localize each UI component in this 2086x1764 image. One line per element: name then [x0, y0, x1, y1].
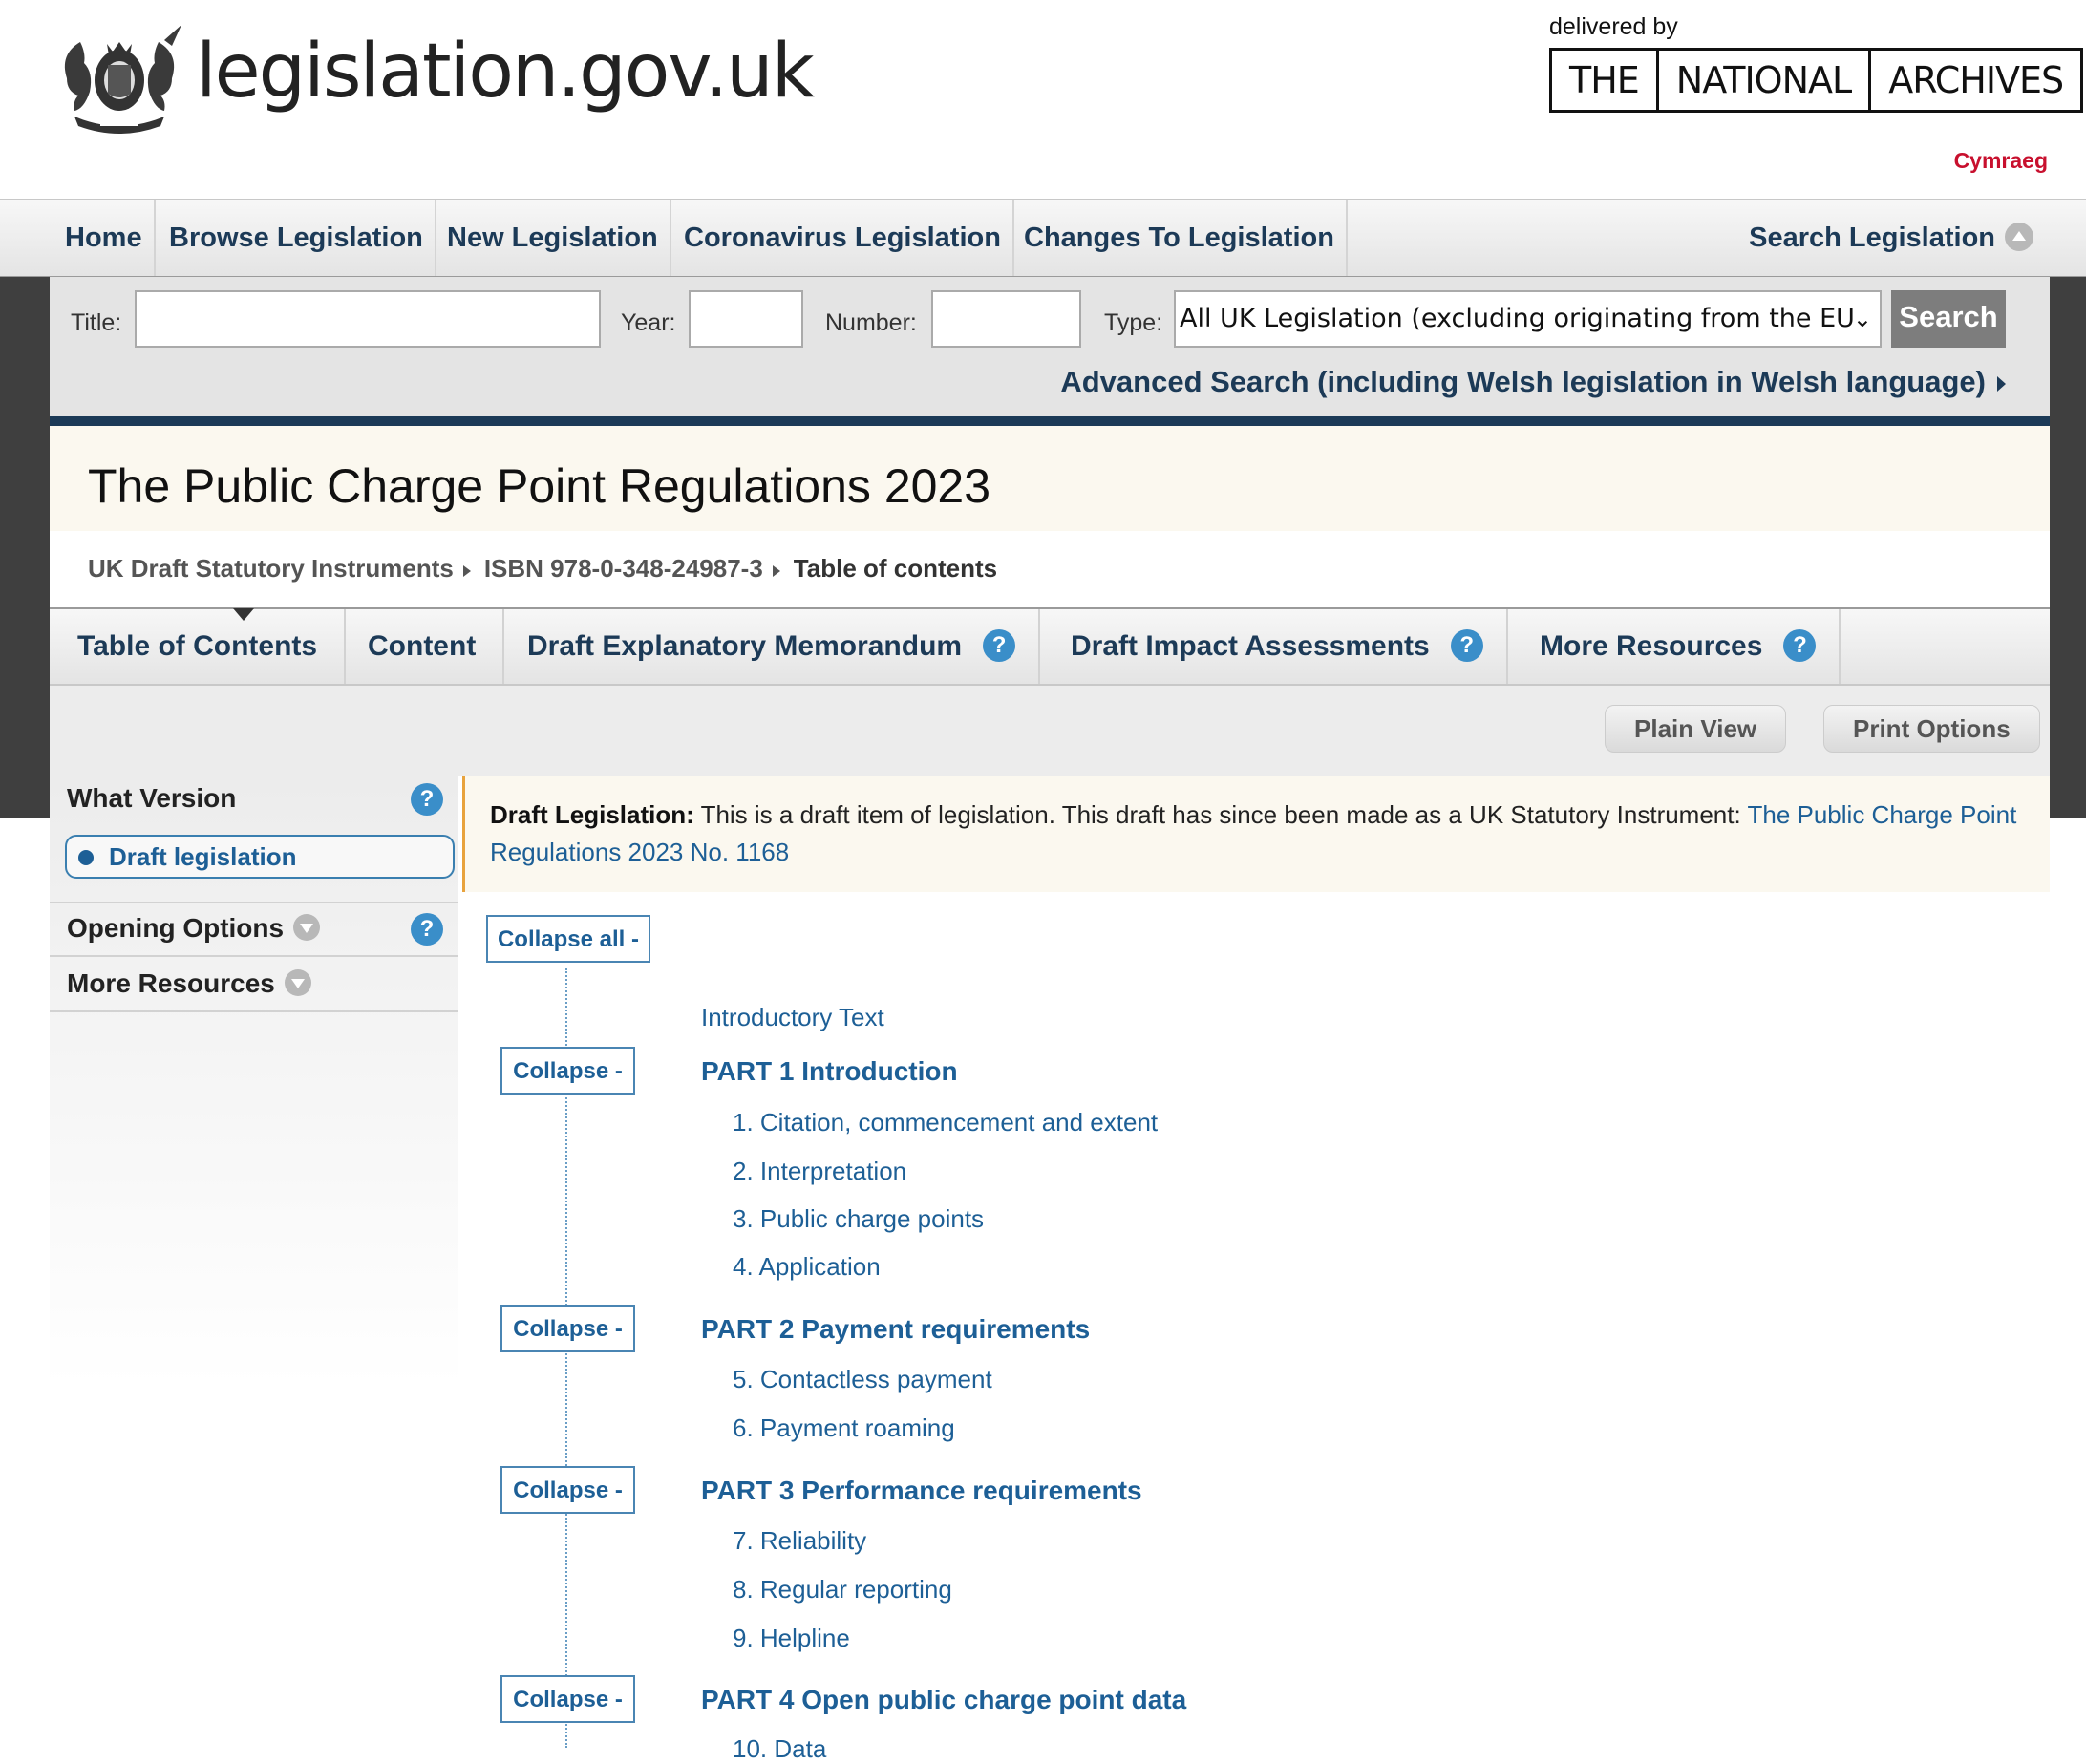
arrow-right-icon: [1997, 376, 2006, 392]
collapse-part-button[interactable]: Collapse -: [500, 1675, 635, 1723]
document-tabs: Table of Contents Content Draft Explanat…: [50, 608, 2050, 686]
opening-options-label: Opening Options: [67, 913, 285, 943]
tab-label: More Resources: [1540, 630, 1763, 662]
collapse-part-button[interactable]: Collapse -: [500, 1305, 635, 1352]
toc-item[interactable]: 9. Helpline: [733, 1624, 850, 1653]
main-navigation: Home Browse Legislation New Legislation …: [0, 199, 2086, 279]
help-icon[interactable]: ?: [983, 629, 1016, 663]
table-of-contents: Collapse all - Introductory Text Collaps…: [462, 907, 2050, 1763]
tab-label: Draft Impact Assessments: [1071, 630, 1430, 662]
nav-home[interactable]: Home: [53, 200, 156, 276]
chevron-up-icon: [2005, 223, 2033, 252]
opening-options-toggle[interactable]: Opening Options: [67, 913, 321, 944]
title-band: The Public Charge Point Regulations 2023: [50, 426, 2050, 531]
collapse-all-button[interactable]: Collapse all -: [486, 915, 650, 963]
search-button[interactable]: Search: [1891, 290, 2006, 348]
breadcrumb-separator-icon: [772, 565, 780, 577]
toc-part[interactable]: PART 2 Payment requirements: [701, 1314, 1090, 1345]
divider: [50, 955, 458, 957]
toc-introductory-text[interactable]: Introductory Text: [701, 1003, 884, 1032]
tab-draft-impact-assessments[interactable]: Draft Impact Assessments?: [1044, 609, 1508, 684]
number-label: Number:: [825, 309, 917, 336]
notice-text: This is a draft item of legislation. Thi…: [700, 800, 1741, 829]
sidebar: What Version ? Draft legislation Opening…: [50, 776, 458, 1387]
tab-content[interactable]: Content: [341, 609, 505, 684]
advanced-search-label: Advanced Search (including Welsh legisla…: [1060, 365, 1986, 398]
type-label: Type:: [1104, 309, 1163, 336]
collapse-part-button[interactable]: Collapse -: [500, 1047, 635, 1095]
breadcrumb-item[interactable]: ISBN 978-0-348-24987-3: [484, 554, 763, 583]
breadcrumb-item[interactable]: UK Draft Statutory Instruments: [88, 554, 454, 583]
print-options-button[interactable]: Print Options: [1823, 705, 2040, 753]
page-side-band: [2050, 277, 2086, 818]
tab-more-resources[interactable]: More Resources?: [1513, 609, 1841, 684]
what-version-heading: What Version: [67, 783, 237, 813]
chevron-down-icon: [293, 913, 321, 941]
toc-item[interactable]: 5. Contactless payment: [733, 1365, 992, 1394]
breadcrumb-area: UK Draft Statutory Instruments ISBN 978-0…: [50, 531, 2050, 609]
search-legislation-toggle[interactable]: Search Legislation: [1749, 200, 2033, 276]
toc-item[interactable]: 3. Public charge points: [733, 1204, 984, 1234]
help-icon[interactable]: ?: [1783, 629, 1817, 663]
more-resources-label: More Resources: [67, 968, 275, 998]
toc-item[interactable]: 2. Interpretation: [733, 1157, 906, 1186]
title-label: Title:: [71, 309, 122, 336]
selected-bullet-icon: [78, 850, 94, 865]
year-label: Year:: [621, 309, 676, 336]
toc-item[interactable]: 8. Regular reporting: [733, 1575, 952, 1605]
site-header: legislation.gov.uk delivered by THE NATI…: [0, 0, 2086, 199]
search-legislation-label: Search Legislation: [1749, 223, 1995, 253]
plain-view-button[interactable]: Plain View: [1605, 705, 1787, 753]
type-select-value: All UK Legislation (excluding originatin…: [1180, 304, 1855, 333]
page-title: The Public Charge Point Regulations 2023: [88, 459, 991, 513]
nav-browse-legislation[interactable]: Browse Legislation: [158, 200, 436, 276]
chevron-down-icon: [284, 968, 311, 996]
tab-table-of-contents[interactable]: Table of Contents: [50, 609, 347, 684]
number-input[interactable]: [931, 290, 1081, 348]
tna-logo-word: NATIONAL: [1655, 51, 1868, 110]
page-side-band: [0, 277, 50, 818]
royal-coat-of-arms-icon[interactable]: [48, 21, 191, 136]
chevron-down-icon: ⌄: [1852, 306, 1872, 332]
toc-part[interactable]: PART 3 Performance requirements: [701, 1476, 1142, 1506]
tab-label: Draft Explanatory Memorandum: [527, 630, 963, 662]
toc-part[interactable]: PART 4 Open public charge point data: [701, 1685, 1186, 1715]
nav-coronavirus-legislation[interactable]: Coronavirus Legislation: [672, 200, 1014, 276]
nav-new-legislation[interactable]: New Legislation: [436, 200, 671, 276]
help-icon[interactable]: ?: [1450, 629, 1483, 663]
toc-item[interactable]: 7. Reliability: [733, 1526, 866, 1556]
toc-item[interactable]: 4. Application: [733, 1252, 881, 1282]
national-archives-logo[interactable]: THE NATIONAL ARCHIVES: [1549, 48, 2084, 113]
draft-legislation-label: Draft legislation: [109, 842, 297, 871]
toc-item[interactable]: 1. Citation, commencement and extent: [733, 1108, 1158, 1137]
site-logo[interactable]: legislation.gov.uk: [196, 29, 815, 115]
welsh-language-link[interactable]: Cymraeg: [1954, 148, 2048, 174]
breadcrumb-separator-icon: [462, 565, 471, 577]
tna-logo-word: ARCHIVES: [1868, 51, 2080, 110]
notice-label: Draft Legislation:: [490, 800, 694, 829]
nav-changes-to-legislation[interactable]: Changes To Legislation: [1012, 200, 1348, 276]
draft-legislation-version[interactable]: Draft legislation: [65, 835, 455, 879]
toc-item[interactable]: 6. Payment roaming: [733, 1413, 955, 1443]
draft-legislation-notice: Draft Legislation: This is a draft item …: [462, 776, 2050, 892]
title-input[interactable]: [135, 290, 601, 348]
tna-logo-word: THE: [1569, 59, 1640, 101]
search-form: Title: Year: Number: Type: All UK Legisl…: [50, 277, 2050, 426]
more-resources-toggle[interactable]: More Resources: [67, 968, 311, 999]
divider: [50, 1010, 458, 1012]
year-input[interactable]: [689, 290, 803, 348]
type-select[interactable]: All UK Legislation (excluding originatin…: [1174, 290, 1882, 348]
tab-draft-explanatory-memorandum[interactable]: Draft Explanatory Memorandum?: [500, 609, 1041, 684]
divider: [50, 902, 458, 903]
toc-item[interactable]: 10. Data: [733, 1734, 826, 1764]
breadcrumb: UK Draft Statutory Instruments ISBN 978-0…: [88, 554, 997, 584]
collapse-part-button[interactable]: Collapse -: [500, 1466, 635, 1514]
help-icon[interactable]: ?: [411, 783, 443, 816]
view-tools: Plain View Print Options: [50, 686, 2050, 776]
toc-part[interactable]: PART 1 Introduction: [701, 1056, 958, 1087]
advanced-search-link[interactable]: Advanced Search (including Welsh legisla…: [1060, 365, 2006, 399]
delivered-by-label: delivered by: [1549, 13, 1678, 40]
breadcrumb-current: Table of contents: [793, 554, 998, 583]
help-icon[interactable]: ?: [411, 913, 443, 946]
